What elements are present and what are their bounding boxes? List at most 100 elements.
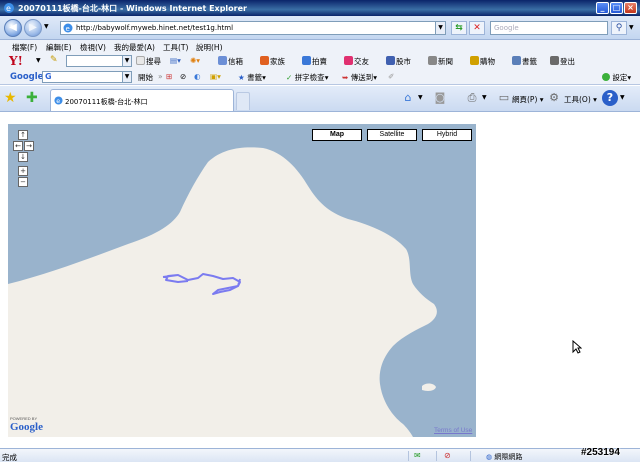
toolbar-more-icon[interactable]: » <box>158 72 163 81</box>
google-toolbar-logo[interactable]: Google <box>10 72 43 82</box>
security-icon: ✉ <box>414 451 421 460</box>
ie-logo-icon: e <box>4 3 14 13</box>
toolbar-bookmarks[interactable]: 書籤 <box>512 56 537 67</box>
menu-tools[interactable]: 工具(T) <box>163 42 188 53</box>
search-input[interactable]: Google <box>490 21 608 35</box>
yahoo-search-input[interactable]: ▼ <box>66 55 132 67</box>
google-go-button[interactable]: 開始 <box>138 72 153 83</box>
page-menu[interactable]: 網頁(P) ▾ <box>512 94 544 105</box>
favorites-star-icon[interactable]: ★ <box>4 91 17 105</box>
menu-view[interactable]: 檢視(V) <box>80 42 106 53</box>
tools-menu[interactable]: 工具(O) ▾ <box>564 94 597 105</box>
news-icon <box>428 56 437 65</box>
back-button[interactable]: ◀ <box>4 19 22 37</box>
toolbar-stocks[interactable]: 股市 <box>386 56 411 67</box>
pagerank-icon[interactable]: ⊞ <box>166 72 172 81</box>
dropdown-icon[interactable]: ▼ <box>122 56 131 66</box>
search-icon[interactable]: ⚲ <box>611 21 627 35</box>
pen-icon[interactable]: ✐ <box>388 72 394 81</box>
help-dropdown-icon[interactable]: ▼ <box>620 94 625 101</box>
pencil-icon[interactable]: ✎ <box>50 55 58 65</box>
zoom-out-button[interactable]: − <box>18 177 28 187</box>
highlight-icon[interactable]: ◐ <box>194 72 201 81</box>
tab-active[interactable]: e 20070111板橋-台北-林口 <box>50 89 234 111</box>
help-icon[interactable]: ? <box>602 90 618 106</box>
url-text: http://babywolf.myweb.hinet.net/test1g.h… <box>76 24 234 32</box>
shopping-icon <box>470 56 479 65</box>
feeds-icon[interactable]: ◙ <box>432 90 448 106</box>
google-map[interactable]: Map Satellite Hybrid ↑ ← → ↓ + − POWERED… <box>8 124 476 437</box>
status-divider <box>436 451 437 461</box>
window-title: 20070111板橋-台北-林口 - Windows Internet Expl… <box>18 4 247 13</box>
islet <box>422 383 436 391</box>
home-icon[interactable]: ⌂ <box>400 90 416 106</box>
tab-row: ★ ✚ e 20070111板橋-台北-林口 ⌂ ▼ ◙ ⎙ ▼ ▭ 網頁(P)… <box>0 86 640 112</box>
toolbar-personals[interactable]: 交友 <box>344 56 369 67</box>
block-icon[interactable]: ⊘ <box>180 72 186 81</box>
map-type-satellite-button[interactable]: Satellite <box>367 129 417 141</box>
yahoo-logo-icon[interactable]: Y! <box>9 54 23 68</box>
google-spellcheck[interactable]: ✓ 拼字檢查▾ <box>286 72 328 83</box>
add-favorite-icon[interactable]: ✚ <box>26 91 38 105</box>
pan-down-button[interactable]: ↓ <box>18 152 28 162</box>
close-button[interactable]: × <box>624 2 637 14</box>
toolbar-mail[interactable]: 信箱 <box>218 56 243 67</box>
pan-up-button[interactable]: ↑ <box>18 130 28 140</box>
zoom-in-button[interactable]: + <box>18 166 28 176</box>
menu-help[interactable]: 說明(H) <box>196 42 223 53</box>
yahoo-search-button[interactable]: 搜尋 <box>136 56 161 67</box>
logout-label: 登出 <box>560 57 575 66</box>
pan-right-button[interactable]: → <box>24 141 34 151</box>
google-settings[interactable]: 設定▾ <box>602 72 631 83</box>
toolbar-logout[interactable]: 登出 <box>550 56 575 67</box>
groups-icon <box>260 56 269 65</box>
search-options-icon[interactable]: ▼ <box>629 24 634 31</box>
toolbar-auction[interactable]: 拍賣 <box>302 56 327 67</box>
send-to-label: 傳送到 <box>350 73 374 82</box>
dropdown-icon[interactable]: ▼ <box>122 72 131 82</box>
toolbar-shopping[interactable]: 購物 <box>470 56 495 67</box>
toolbar-groups[interactable]: 家族 <box>260 56 285 67</box>
svg-text:e: e <box>66 25 70 33</box>
bookmark-icon <box>512 56 521 65</box>
stop-icon[interactable]: ✕ <box>469 21 485 35</box>
gear-icon: ⚙ <box>549 91 559 104</box>
yahoo-menu-icon[interactable]: ▼ <box>36 57 41 64</box>
address-dropdown-icon[interactable]: ▼ <box>435 22 445 34</box>
maximize-button[interactable]: □ <box>610 2 623 14</box>
map-type-hybrid-button[interactable]: Hybrid <box>422 129 472 141</box>
mail-icon <box>218 56 227 65</box>
map-type-map-button[interactable]: Map <box>312 129 362 141</box>
tab-page-icon: e <box>54 96 63 105</box>
popup-blocker-icon[interactable]: ⊘ <box>444 451 451 460</box>
toolbar-news[interactable]: 新聞 <box>428 56 453 67</box>
menu-edit[interactable]: 編輯(E) <box>46 42 72 53</box>
new-tab-button[interactable] <box>236 92 250 110</box>
refresh-icon[interactable]: ⇆ <box>451 21 467 35</box>
page-menu-icon: ▭ <box>498 91 510 104</box>
google-bookmarks[interactable]: ★ 書籤▾ <box>238 72 266 83</box>
pan-left-button[interactable]: ← <box>13 141 23 151</box>
autofill-icon[interactable]: ▣▾ <box>210 72 221 81</box>
address-bar[interactable]: e http://babywolf.myweb.hinet.net/test1g… <box>60 21 446 35</box>
print-dropdown-icon[interactable]: ▼ <box>482 94 487 101</box>
home-dropdown-icon[interactable]: ▼ <box>418 94 423 101</box>
google-search-input[interactable]: G ▼ <box>42 71 132 83</box>
print-icon[interactable]: ⎙ <box>464 90 480 106</box>
search-placeholder: Google <box>494 24 519 32</box>
menu-favorites[interactable]: 我的最愛(A) <box>114 42 155 53</box>
svg-text:e: e <box>56 98 60 105</box>
google-map-logo-text: Google <box>10 421 43 433</box>
layout-icon[interactable]: ▤▾ <box>170 56 181 65</box>
history-dropdown-icon[interactable]: ▼ <box>44 23 49 30</box>
google-map-logo[interactable]: Google <box>10 421 43 433</box>
status-divider <box>408 451 409 461</box>
google-send-to[interactable]: ➥ 傳送到▾ <box>342 72 377 83</box>
terms-of-use-link[interactable]: Terms of Use <box>434 427 472 434</box>
sun-icon[interactable]: ✺▾ <box>190 56 200 65</box>
forward-button[interactable]: ▶ <box>24 19 42 37</box>
google-g-icon: G <box>45 72 52 81</box>
minimize-button[interactable]: _ <box>596 2 609 14</box>
menu-bar: 檔案(F) 編輯(E) 檢視(V) 我的最愛(A) 工具(T) 說明(H) <box>0 40 640 53</box>
menu-file[interactable]: 檔案(F) <box>12 42 37 53</box>
